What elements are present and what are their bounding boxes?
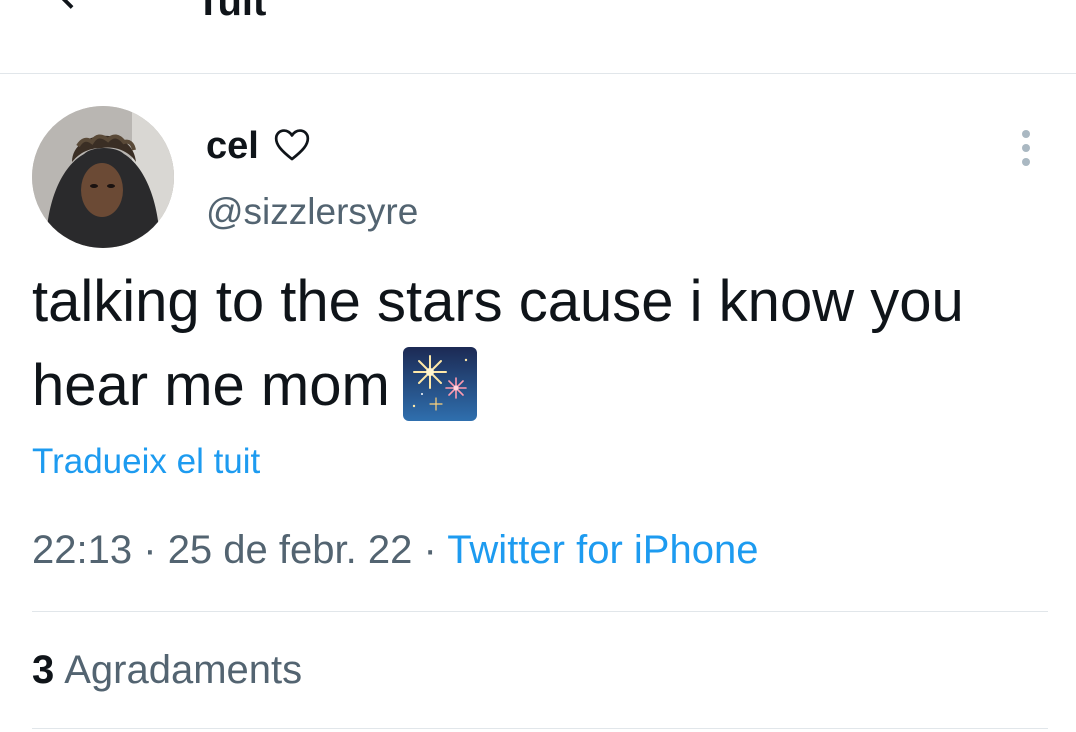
meta-separator: ·: [423, 528, 437, 572]
tweet-metadata: 22:13 · 25 de febr. 22 · Twitter for iPh…: [32, 526, 758, 574]
avatar[interactable]: [32, 106, 174, 248]
tweet-text-content: talking to the stars cause i know you he…: [32, 269, 964, 418]
page-title: Tuit: [196, 0, 267, 24]
divider: [32, 611, 1048, 612]
author-handle[interactable]: @sizzlersyre: [206, 190, 418, 234]
tweet-time[interactable]: 22:13: [32, 528, 132, 572]
tweet-detail: cel @sizzlersyre talking to the stars ca…: [0, 74, 1076, 732]
more-vertical-icon: [1020, 128, 1032, 173]
translate-tweet-link[interactable]: Tradueix el tuit: [32, 440, 260, 484]
tweet-date[interactable]: 25 de febr. 22: [168, 528, 413, 572]
likes-count: 3: [32, 648, 55, 692]
back-button[interactable]: [46, 0, 102, 26]
fireworks-icon: [402, 346, 478, 422]
likes-stat[interactable]: 3 Agradaments: [32, 646, 302, 694]
display-name-text: cel: [206, 125, 259, 167]
divider: [32, 728, 1048, 729]
meta-separator: ·: [143, 528, 157, 572]
heart-outline-icon: [273, 126, 311, 167]
more-options-button[interactable]: [1006, 126, 1046, 174]
tweet-text: talking to the stars cause i know you he…: [32, 260, 1042, 428]
author-display-name[interactable]: cel: [206, 124, 311, 168]
arrow-left-icon: [51, 0, 97, 24]
tweet-source-link[interactable]: Twitter for iPhone: [447, 528, 758, 572]
top-bar: Tuit: [0, 0, 1076, 74]
likes-label: Agradaments: [64, 648, 303, 692]
